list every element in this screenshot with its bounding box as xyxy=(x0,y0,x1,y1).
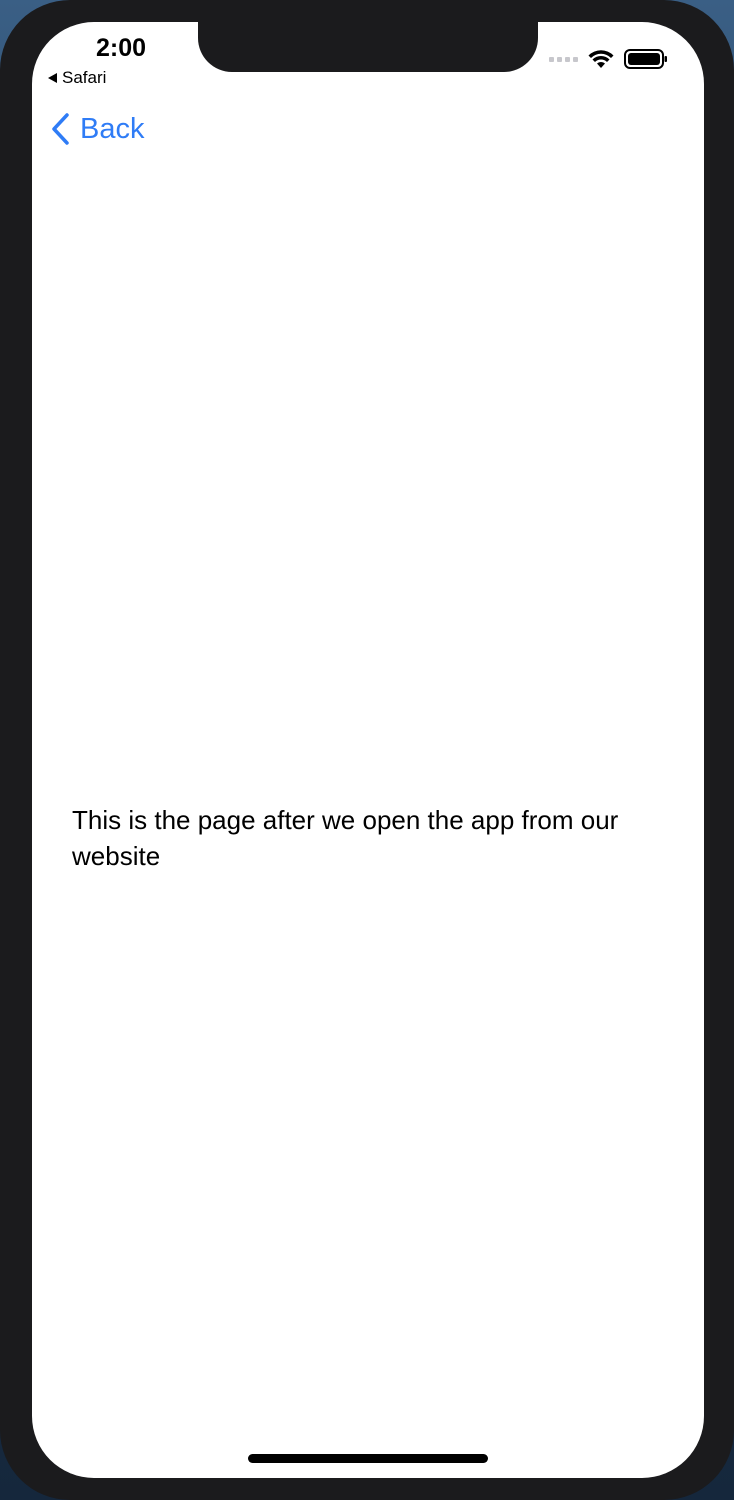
phone-frame: 2:00 Safari Back This is the page after … xyxy=(0,0,734,1500)
status-time: 2:00 xyxy=(96,34,147,62)
phone-screen: 2:00 Safari Back This is the page after … xyxy=(32,22,704,1478)
back-to-safari-link[interactable]: Safari xyxy=(48,68,106,88)
notch xyxy=(198,22,538,72)
chevron-left-icon xyxy=(52,113,69,145)
back-button-label: Back xyxy=(80,112,145,145)
home-indicator[interactable] xyxy=(248,1454,488,1463)
status-icons xyxy=(549,48,668,70)
back-to-app-label: Safari xyxy=(62,68,107,87)
back-triangle-icon xyxy=(48,73,57,83)
back-button[interactable]: Back xyxy=(50,112,144,146)
signal-dots-icon xyxy=(549,56,578,62)
page-message: This is the page after we open the app f… xyxy=(72,805,619,871)
wifi-icon xyxy=(588,50,614,68)
battery-icon xyxy=(624,49,667,69)
